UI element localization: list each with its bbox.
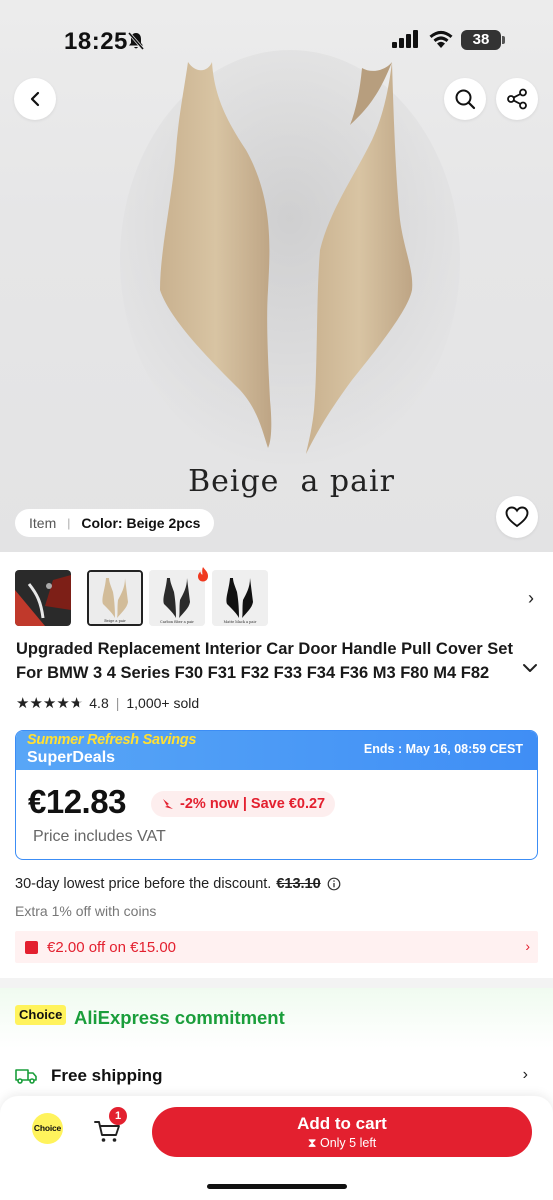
image-caption: Beige a pair	[188, 464, 395, 499]
variant-selector[interactable]: Item | Color: Beige 2pcs	[15, 509, 215, 537]
add-to-cart-button[interactable]: Add to cart ⧗ Only 5 left	[152, 1107, 532, 1157]
lowest-price-value: €13.10	[276, 876, 321, 892]
status-time: 18:25	[64, 28, 128, 55]
rating-row[interactable]: ★ ★ ★ ★ ★ 4.8 | 1,000+ sold	[16, 694, 199, 712]
commitment-title: AliExpress commitment	[74, 1007, 285, 1028]
deal-name: SuperDeals	[27, 749, 116, 766]
thumbnail-beige[interactable]: Beige a pair	[87, 570, 143, 626]
add-to-cart-label: Add to cart	[297, 1114, 387, 1133]
back-button[interactable]	[14, 78, 56, 120]
search-button[interactable]	[444, 78, 486, 120]
deal-countdown: Ends : May 16, 08:59 CEST	[363, 742, 523, 756]
wifi-icon	[429, 30, 453, 48]
star-icon: ★	[56, 694, 70, 712]
product-image-gallery[interactable]: 18:25 38 Beige a pair Item | Color: Beig…	[0, 0, 553, 552]
chevron-left-icon	[30, 91, 40, 107]
lowest-price-note: 30-day lowest price before the discount.…	[15, 876, 341, 892]
truck-icon	[15, 1069, 37, 1084]
coupon-text: €2.00 off on €15.00	[47, 938, 177, 956]
hourglass-icon: ⧗	[307, 1136, 320, 1150]
thumbnail-caption: Beige a pair	[104, 619, 126, 623]
down-arrow-icon	[163, 799, 173, 809]
rating-separator: |	[115, 695, 120, 711]
free-shipping-row[interactable]: Free shipping ›	[15, 1064, 538, 1088]
star-rating: ★ ★ ★ ★ ★	[16, 696, 83, 711]
choice-store-button[interactable]: Choice	[32, 1113, 63, 1144]
deal-campaign: Summer Refresh Savings	[27, 732, 197, 748]
heart-icon	[505, 506, 529, 528]
star-icon: ★	[42, 694, 57, 712]
star-icon: ★	[29, 694, 43, 712]
star-icon: ★	[16, 694, 30, 712]
commitment-section[interactable]: Choice AliExpress commitment	[0, 988, 553, 1048]
thumbnail-caption: Carbon fiber a pair	[160, 620, 194, 624]
share-icon	[507, 88, 527, 110]
cellular-signal-icon	[392, 30, 418, 48]
variant-prefix: Item	[29, 515, 57, 531]
cart-count-badge: 1	[109, 1107, 127, 1125]
chevron-right-icon[interactable]: ›	[528, 588, 534, 609]
thumbnail-caption: Matte black a pair	[224, 620, 257, 624]
share-button[interactable]	[496, 78, 538, 120]
superdeals-card: Summer Refresh Savings SuperDeals Ends :…	[15, 730, 538, 860]
section-divider	[0, 978, 553, 988]
product-title-line-1: Upgraded Replacement Interior Car Door H…	[16, 640, 513, 658]
fire-icon	[198, 567, 208, 582]
battery-indicator: 38	[461, 30, 501, 50]
deal-header: Summer Refresh Savings SuperDeals Ends :…	[16, 731, 537, 770]
thumbnail-black[interactable]: Matte black a pair	[212, 570, 268, 626]
discount-badge: -2% now | Save €0.27	[151, 791, 336, 817]
product-title-line-2: For BMW 3 4 Series F30 F31 F32 F33 F34 F…	[16, 664, 490, 682]
info-icon[interactable]	[327, 877, 341, 891]
chevron-right-icon: ›	[522, 1066, 528, 1083]
variant-value: Color: Beige 2pcs	[81, 515, 201, 531]
bell-muted-icon	[127, 32, 145, 50]
rating-value: 4.8	[89, 695, 109, 711]
wishlist-button[interactable]	[496, 496, 538, 538]
thumbnail-car-interior[interactable]	[15, 570, 71, 626]
bottom-action-bar: Choice 1 Add to cart ⧗ Only 5 left	[0, 1096, 553, 1200]
vat-note: Price includes VAT	[33, 828, 166, 845]
battery-nub	[502, 36, 505, 44]
stock-note: ⧗ Only 5 left	[152, 1136, 532, 1151]
choice-badge: Choice	[15, 1005, 67, 1025]
chevron-right-icon: ›	[525, 938, 530, 954]
shipping-label: Free shipping	[51, 1066, 163, 1085]
stock-text: Only 5 left	[319, 1136, 377, 1150]
home-indicator	[207, 1184, 347, 1189]
status-bar: 18:25 38	[0, 0, 553, 80]
variant-separator: |	[67, 516, 71, 530]
star-half-icon: ★	[69, 694, 84, 712]
lowest-price-label: 30-day lowest price before the discount.	[15, 876, 272, 892]
current-price: €12.83	[28, 783, 126, 820]
coupon-icon	[25, 940, 38, 954]
search-icon	[455, 89, 476, 110]
chevron-down-icon[interactable]	[522, 662, 538, 674]
coupon-banner[interactable]: €2.00 off on €15.00 ›	[15, 931, 538, 963]
coins-note: Extra 1% off with coins	[15, 903, 157, 919]
product-title[interactable]: Upgraded Replacement Interior Car Door H…	[16, 637, 524, 685]
discount-text: -2% now | Save €0.27	[180, 796, 326, 812]
sold-count: 1,000+ sold	[126, 695, 200, 711]
thumbnail-strip: Beige a pair Carbon fiber a pair Matte b…	[15, 570, 538, 626]
